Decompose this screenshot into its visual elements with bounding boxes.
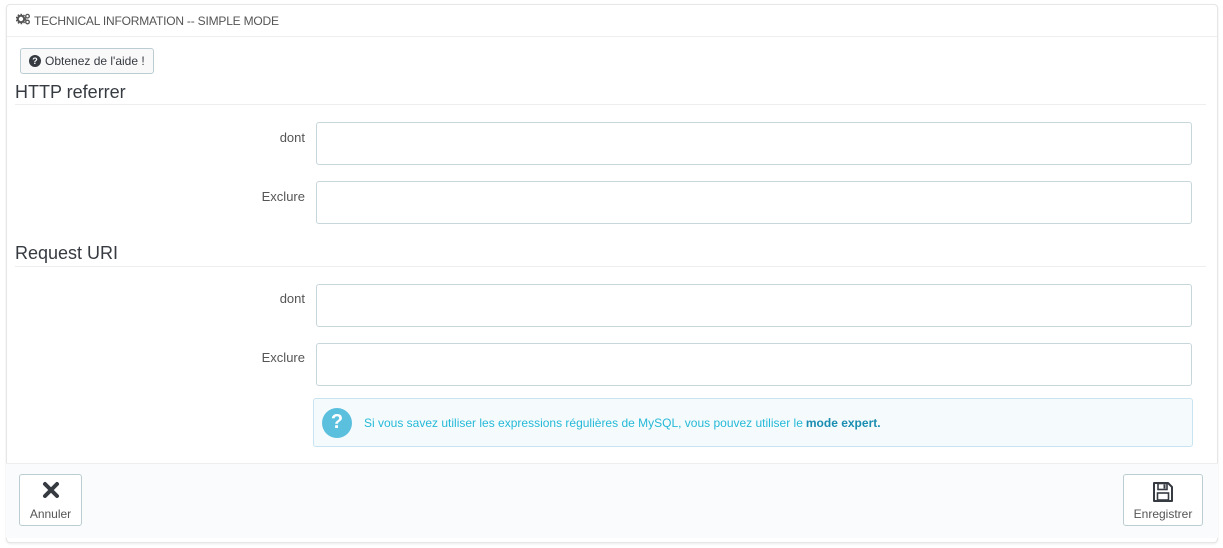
question-circle-icon: ? — [29, 55, 41, 67]
cogs-icon — [15, 13, 34, 28]
close-icon — [42, 481, 60, 502]
section-divider — [15, 104, 1206, 105]
info-alert: ? Si vous savez utiliser les expressions… — [313, 398, 1193, 447]
section-divider — [15, 266, 1206, 267]
referrer-exclude-input[interactable] — [316, 181, 1192, 224]
field-label-uri-exclude: Exclure — [261, 350, 305, 365]
uri-exclude-input[interactable] — [316, 343, 1192, 386]
info-alert-text: Si vous savez utiliser les expressions r… — [364, 415, 803, 430]
field-label-referrer-exclude: Exclure — [261, 189, 305, 204]
expert-mode-link[interactable]: mode expert. — [806, 416, 881, 430]
save-icon — [1152, 481, 1174, 506]
help-button[interactable]: ? Obtenez de l'aide ! — [20, 48, 154, 74]
cancel-button-label: Annuler — [29, 507, 72, 521]
uri-include-input[interactable] — [316, 284, 1192, 327]
field-label-uri-include: dont — [279, 291, 305, 306]
save-button[interactable]: Enregistrer — [1123, 474, 1203, 526]
panel-heading: TECHNICAL INFORMATION -- SIMPLE MODE — [7, 5, 1217, 37]
field-label-referrer-include: dont — [279, 130, 305, 145]
referrer-include-input[interactable] — [316, 122, 1192, 165]
section-title-request-uri: Request URI — [15, 243, 119, 263]
cancel-button[interactable]: Annuler — [19, 474, 82, 526]
help-button-label: Obtenez de l'aide ! — [45, 54, 145, 68]
question-circle-icon: ? — [322, 407, 352, 438]
panel-footer — [6, 463, 1218, 538]
panel-title: TECHNICAL INFORMATION -- SIMPLE MODE — [34, 13, 279, 28]
save-button-label: Enregistrer — [1133, 507, 1193, 521]
section-title-http-referrer: HTTP referrer — [15, 82, 126, 102]
